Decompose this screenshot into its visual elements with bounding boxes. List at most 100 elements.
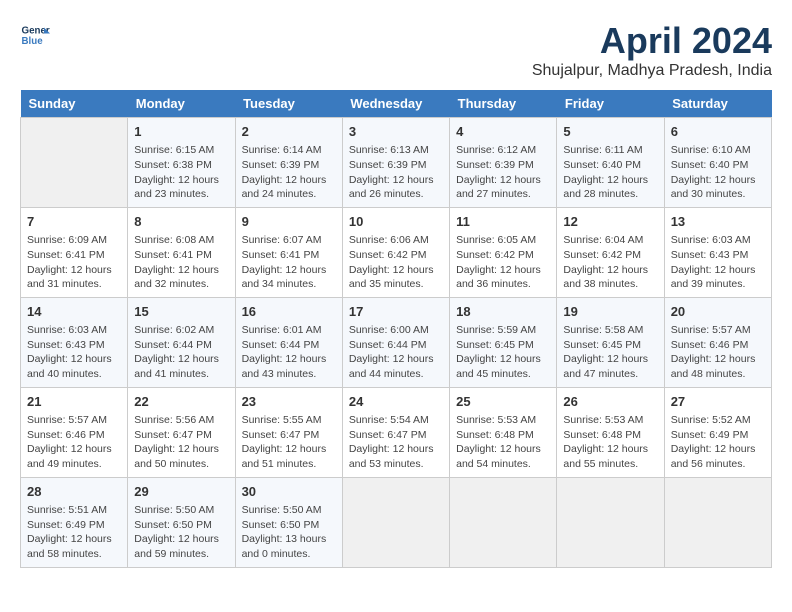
day-number: 16 — [242, 303, 336, 321]
calendar-cell: 15 Sunrise: 6:02 AM Sunset: 6:44 PM Dayli… — [128, 297, 235, 387]
calendar-cell: 20 Sunrise: 5:57 AM Sunset: 6:46 PM Dayli… — [664, 297, 771, 387]
day-number: 10 — [349, 213, 443, 231]
day-number: 27 — [671, 393, 765, 411]
day-info: Sunrise: 6:13 AM Sunset: 6:39 PM Dayligh… — [349, 143, 443, 202]
day-info: Sunrise: 6:09 AM Sunset: 6:41 PM Dayligh… — [27, 233, 121, 292]
month-title: April 2024 — [532, 20, 772, 62]
day-number: 8 — [134, 213, 228, 231]
day-number: 5 — [563, 123, 657, 141]
calendar-cell: 9Sunrise: 6:07 AM Sunset: 6:41 PM Daylig… — [235, 207, 342, 297]
day-number: 23 — [242, 393, 336, 411]
calendar-cell: 25Sunrise: 5:53 AM Sunset: 6:48 PM Dayli… — [450, 387, 557, 477]
day-number: 2 — [242, 123, 336, 141]
day-info: Sunrise: 6:01 AM Sunset: 6:44 PM Dayligh… — [242, 323, 336, 382]
weekday-header: Thursday — [450, 90, 557, 118]
day-info: Sunrise: 6:06 AM Sunset: 6:42 PM Dayligh… — [349, 233, 443, 292]
calendar-table: SundayMondayTuesdayWednesdayThursdayFrid… — [20, 90, 772, 568]
svg-text:Blue: Blue — [22, 36, 44, 47]
calendar-cell: 6Sunrise: 6:10 AM Sunset: 6:40 PM Daylig… — [664, 118, 771, 208]
calendar-cell: 16 Sunrise: 6:01 AM Sunset: 6:44 PM Dayli… — [235, 297, 342, 387]
day-info: Sunrise: 6:03 AM Sunset: 6:43 PM Dayligh… — [27, 323, 121, 382]
calendar-cell: 4 Sunrise: 6:12 AM Sunset: 6:39 PM Daylig… — [450, 118, 557, 208]
day-number: 3 — [349, 123, 443, 141]
calendar-cell: 13Sunrise: 6:03 AM Sunset: 6:43 PM Dayli… — [664, 207, 771, 297]
day-number: 18 — [456, 303, 550, 321]
calendar-cell: 30 Sunrise: 5:50 AM Sunset: 6:50 PM Dayli… — [235, 477, 342, 567]
day-info: Sunrise: 5:59 AM Sunset: 6:45 PM Dayligh… — [456, 323, 550, 382]
day-info: Sunrise: 5:50 AM Sunset: 6:50 PM Dayligh… — [242, 503, 336, 562]
day-info: Sunrise: 5:54 AM Sunset: 6:47 PM Dayligh… — [349, 413, 443, 472]
calendar-cell: 23 Sunrise: 5:55 AM Sunset: 6:47 PM Dayli… — [235, 387, 342, 477]
calendar-cell: 21Sunrise: 5:57 AM Sunset: 6:46 PM Dayli… — [21, 387, 128, 477]
calendar-week-row: 21Sunrise: 5:57 AM Sunset: 6:46 PM Dayli… — [21, 387, 772, 477]
calendar-cell: 12 Sunrise: 6:04 AM Sunset: 6:42 PM Dayli… — [557, 207, 664, 297]
day-number: 6 — [671, 123, 765, 141]
calendar-cell: 18 Sunrise: 5:59 AM Sunset: 6:45 PM Dayli… — [450, 297, 557, 387]
calendar-week-row: 14Sunrise: 6:03 AM Sunset: 6:43 PM Dayli… — [21, 297, 772, 387]
day-number: 4 — [456, 123, 550, 141]
day-number: 12 — [563, 213, 657, 231]
day-number: 24 — [349, 393, 443, 411]
day-info: Sunrise: 6:07 AM Sunset: 6:41 PM Dayligh… — [242, 233, 336, 292]
weekday-header: Monday — [128, 90, 235, 118]
day-number: 28 — [27, 483, 121, 501]
day-info: Sunrise: 6:04 AM Sunset: 6:42 PM Dayligh… — [563, 233, 657, 292]
day-number: 29 — [134, 483, 228, 501]
calendar-cell: 17Sunrise: 6:00 AM Sunset: 6:44 PM Dayli… — [342, 297, 449, 387]
weekday-header: Tuesday — [235, 90, 342, 118]
day-info: Sunrise: 5:57 AM Sunset: 6:46 PM Dayligh… — [671, 323, 765, 382]
calendar-cell: 14Sunrise: 6:03 AM Sunset: 6:43 PM Dayli… — [21, 297, 128, 387]
calendar-cell: 10 Sunrise: 6:06 AM Sunset: 6:42 PM Dayli… — [342, 207, 449, 297]
weekday-header: Sunday — [21, 90, 128, 118]
day-number: 30 — [242, 483, 336, 501]
day-number: 7 — [27, 213, 121, 231]
calendar-cell: 28 Sunrise: 5:51 AM Sunset: 6:49 PM Dayli… — [21, 477, 128, 567]
calendar-cell — [21, 118, 128, 208]
calendar-cell: 22 Sunrise: 5:56 AM Sunset: 6:47 PM Dayli… — [128, 387, 235, 477]
calendar-cell: 11 Sunrise: 6:05 AM Sunset: 6:42 PM Dayli… — [450, 207, 557, 297]
weekday-header: Friday — [557, 90, 664, 118]
calendar-header: SundayMondayTuesdayWednesdayThursdayFrid… — [21, 90, 772, 118]
day-number: 20 — [671, 303, 765, 321]
logo-icon: General Blue — [20, 20, 50, 50]
day-info: Sunrise: 6:08 AM Sunset: 6:41 PM Dayligh… — [134, 233, 228, 292]
day-number: 22 — [134, 393, 228, 411]
day-info: Sunrise: 5:55 AM Sunset: 6:47 PM Dayligh… — [242, 413, 336, 472]
weekday-row: SundayMondayTuesdayWednesdayThursdayFrid… — [21, 90, 772, 118]
calendar-cell: 2Sunrise: 6:14 AM Sunset: 6:39 PM Daylig… — [235, 118, 342, 208]
calendar-cell: 8 Sunrise: 6:08 AM Sunset: 6:41 PM Daylig… — [128, 207, 235, 297]
title-section: April 2024 Shujalpur, Madhya Pradesh, In… — [532, 20, 772, 80]
page-header: General Blue April 2024 Shujalpur, Madhy… — [20, 20, 772, 80]
day-number: 26 — [563, 393, 657, 411]
weekday-header: Wednesday — [342, 90, 449, 118]
day-info: Sunrise: 5:57 AM Sunset: 6:46 PM Dayligh… — [27, 413, 121, 472]
day-number: 17 — [349, 303, 443, 321]
day-info: Sunrise: 6:15 AM Sunset: 6:38 PM Dayligh… — [134, 143, 228, 202]
calendar-cell: 27 Sunrise: 5:52 AM Sunset: 6:49 PM Dayli… — [664, 387, 771, 477]
calendar-cell: 26 Sunrise: 5:53 AM Sunset: 6:48 PM Dayli… — [557, 387, 664, 477]
calendar-cell — [342, 477, 449, 567]
day-info: Sunrise: 5:51 AM Sunset: 6:49 PM Dayligh… — [27, 503, 121, 562]
calendar-cell: 3 Sunrise: 6:13 AM Sunset: 6:39 PM Daylig… — [342, 118, 449, 208]
day-info: Sunrise: 5:50 AM Sunset: 6:50 PM Dayligh… — [134, 503, 228, 562]
day-info: Sunrise: 5:52 AM Sunset: 6:49 PM Dayligh… — [671, 413, 765, 472]
logo: General Blue — [20, 20, 50, 50]
day-number: 15 — [134, 303, 228, 321]
day-info: Sunrise: 6:02 AM Sunset: 6:44 PM Dayligh… — [134, 323, 228, 382]
calendar-week-row: 1Sunrise: 6:15 AM Sunset: 6:38 PM Daylig… — [21, 118, 772, 208]
day-info: Sunrise: 6:11 AM Sunset: 6:40 PM Dayligh… — [563, 143, 657, 202]
calendar-cell — [450, 477, 557, 567]
day-info: Sunrise: 6:12 AM Sunset: 6:39 PM Dayligh… — [456, 143, 550, 202]
day-number: 11 — [456, 213, 550, 231]
day-number: 13 — [671, 213, 765, 231]
calendar-cell: 29 Sunrise: 5:50 AM Sunset: 6:50 PM Dayli… — [128, 477, 235, 567]
location-title: Shujalpur, Madhya Pradesh, India — [532, 62, 772, 80]
day-info: Sunrise: 5:53 AM Sunset: 6:48 PM Dayligh… — [456, 413, 550, 472]
calendar-cell — [557, 477, 664, 567]
day-info: Sunrise: 5:58 AM Sunset: 6:45 PM Dayligh… — [563, 323, 657, 382]
day-info: Sunrise: 6:05 AM Sunset: 6:42 PM Dayligh… — [456, 233, 550, 292]
day-info: Sunrise: 5:53 AM Sunset: 6:48 PM Dayligh… — [563, 413, 657, 472]
day-info: Sunrise: 5:56 AM Sunset: 6:47 PM Dayligh… — [134, 413, 228, 472]
weekday-header: Saturday — [664, 90, 771, 118]
calendar-week-row: 28 Sunrise: 5:51 AM Sunset: 6:49 PM Dayli… — [21, 477, 772, 567]
